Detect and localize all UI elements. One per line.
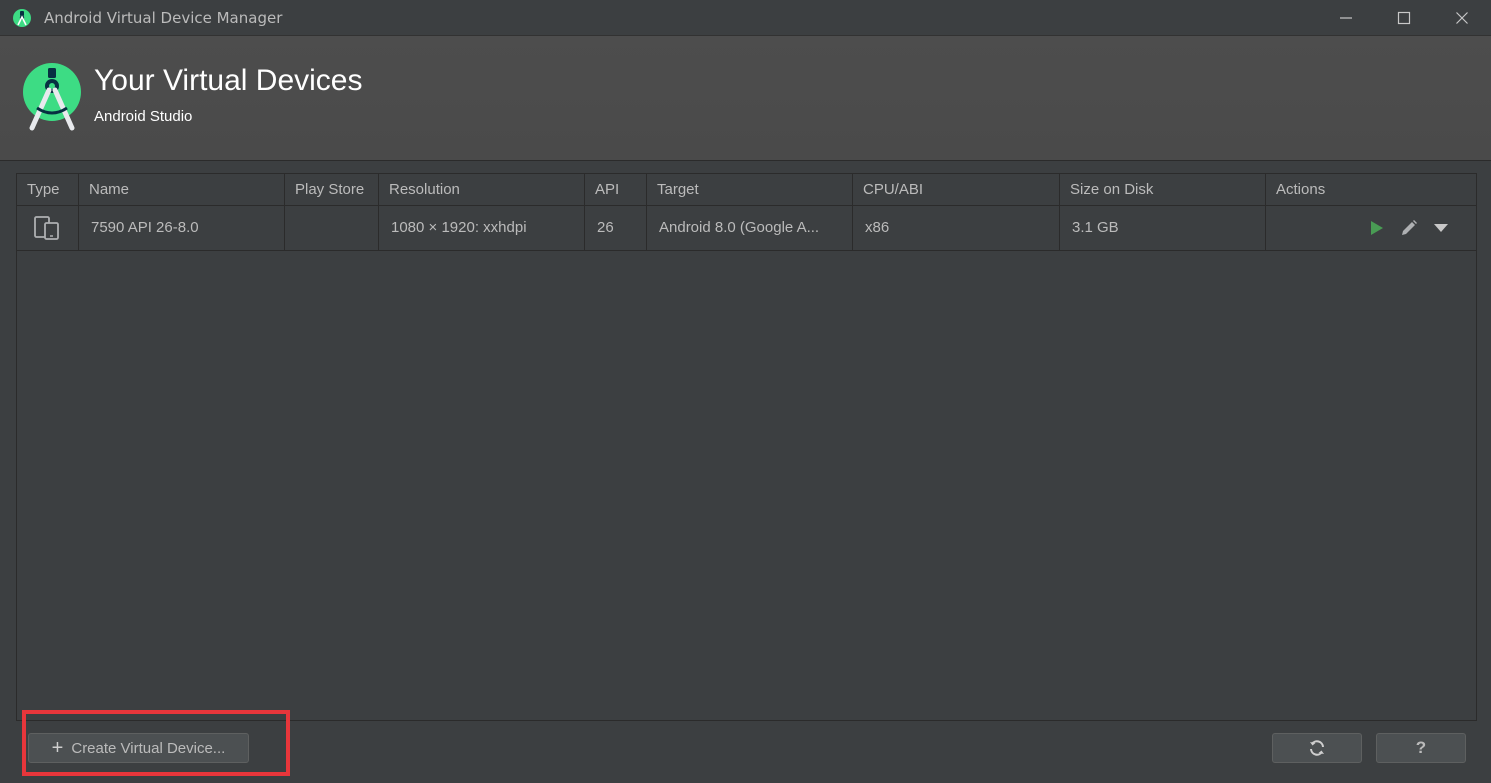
- close-button[interactable]: [1433, 0, 1491, 36]
- column-header-type[interactable]: Type: [17, 174, 79, 205]
- create-virtual-device-label: Create Virtual Device...: [71, 739, 226, 757]
- column-header-api[interactable]: API: [585, 174, 647, 205]
- column-header-name[interactable]: Name: [79, 174, 285, 205]
- device-actions-cell: [1266, 206, 1476, 250]
- column-header-cpu-abi[interactable]: CPU/ABI: [853, 174, 1060, 205]
- pencil-icon: [1402, 220, 1417, 235]
- more-actions-dropdown[interactable]: [1428, 215, 1454, 241]
- plus-icon: +: [51, 737, 64, 759]
- device-api-cell: 26: [585, 206, 647, 250]
- window-title: Android Virtual Device Manager: [44, 8, 283, 27]
- launch-device-button[interactable]: [1364, 215, 1390, 241]
- column-header-size-on-disk[interactable]: Size on Disk: [1060, 174, 1266, 205]
- close-icon: [1456, 12, 1468, 24]
- android-studio-logo-icon: [23, 63, 81, 131]
- window-titlebar: Android Virtual Device Manager: [0, 0, 1491, 36]
- page-subtitle: Android Studio: [94, 108, 193, 125]
- refresh-icon: [1310, 740, 1324, 756]
- play-icon: [1371, 221, 1383, 235]
- device-play-store-cell: [285, 206, 379, 250]
- window-controls: [1317, 0, 1491, 36]
- device-type-cell: [17, 206, 79, 250]
- column-header-play-store[interactable]: Play Store: [285, 174, 379, 205]
- help-button[interactable]: ?: [1376, 733, 1466, 763]
- chevron-down-icon: [1434, 224, 1448, 232]
- maximize-icon: [1397, 11, 1411, 25]
- column-header-actions[interactable]: Actions: [1266, 174, 1476, 205]
- create-virtual-device-button[interactable]: + Create Virtual Device...: [28, 733, 249, 763]
- device-target-cell: Android 8.0 (Google A...: [647, 206, 853, 250]
- column-header-target[interactable]: Target: [647, 174, 853, 205]
- column-header-resolution[interactable]: Resolution: [379, 174, 585, 205]
- table-row[interactable]: 7590 API 26-8.0 1080 × 1920: xxhdpi 26 A…: [17, 206, 1476, 251]
- edit-device-button[interactable]: [1396, 215, 1422, 241]
- device-resolution-cell: 1080 × 1920: xxhdpi: [379, 206, 585, 250]
- minimize-icon: [1340, 17, 1352, 19]
- minimize-button[interactable]: [1317, 0, 1375, 36]
- device-cpu-abi-cell: x86: [853, 206, 1060, 250]
- page-title: Your Virtual Devices: [94, 64, 363, 97]
- maximize-button[interactable]: [1375, 0, 1433, 36]
- android-studio-app-icon: [13, 8, 31, 27]
- virtual-devices-table: Type Name Play Store Resolution API Targ…: [16, 173, 1477, 721]
- refresh-button[interactable]: [1272, 733, 1362, 763]
- page-header: Your Virtual Devices Android Studio: [0, 36, 1491, 161]
- table-header: Type Name Play Store Resolution API Targ…: [17, 174, 1476, 206]
- device-name-cell: 7590 API 26-8.0: [79, 206, 285, 250]
- phone-tablet-icon: [34, 216, 59, 240]
- device-size-cell: 3.1 GB: [1060, 206, 1266, 250]
